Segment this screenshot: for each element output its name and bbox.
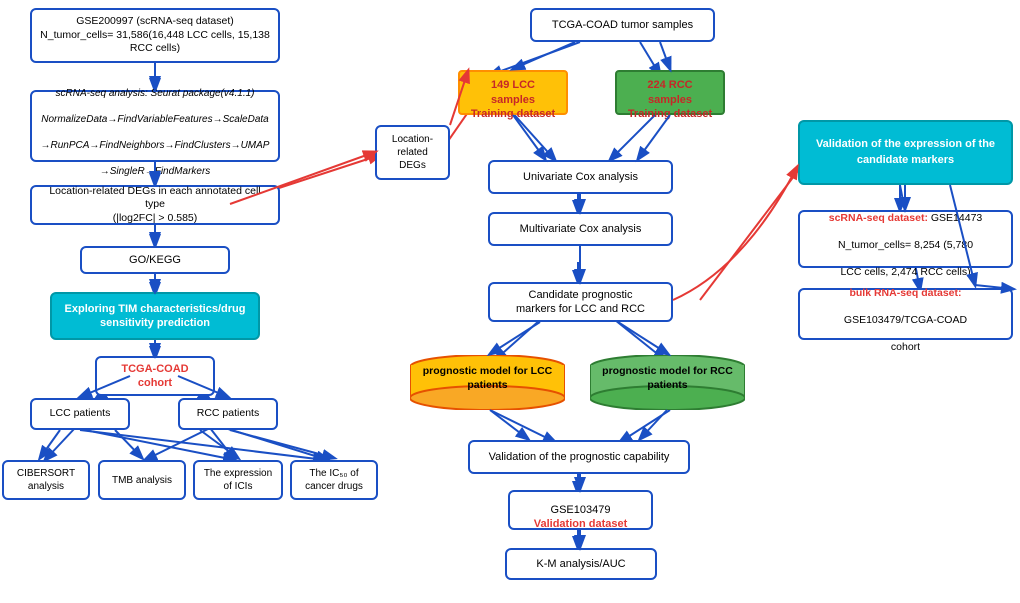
- km-analysis-text: K-M analysis/AUC: [536, 557, 625, 571]
- gse200997-text: GSE200997 (scRNA-seq dataset) N_tumor_ce…: [38, 15, 272, 56]
- multivariate-text: Multivariate Cox analysis: [520, 222, 642, 236]
- diagram: GSE200997 (scRNA-seq dataset) N_tumor_ce…: [0, 0, 1020, 603]
- prog-lcc-container: prognostic model for LCCpatients: [410, 355, 565, 410]
- multivariate-box: Multivariate Cox analysis: [488, 212, 673, 246]
- expression-icis-text: The expression of ICIs: [204, 467, 272, 493]
- gse103479-box: GSE103479Validation dataset: [508, 490, 653, 530]
- rcc-patients-text: RCC patients: [197, 407, 259, 421]
- scrna-analysis-text: scRNA-seq analysis: Seurat package(v4.1.…: [41, 74, 270, 178]
- expression-icis-box: The expression of ICIs: [193, 460, 283, 500]
- lcc-patients-box: LCC patients: [30, 398, 130, 430]
- gse200997-box: GSE200997 (scRNA-seq dataset) N_tumor_ce…: [30, 8, 280, 63]
- rcc-patients-box: RCC patients: [178, 398, 278, 430]
- lcc-patients-text: LCC patients: [50, 407, 111, 421]
- rcc-224-box: 224 RCCsamplesTraining dataset: [615, 70, 725, 115]
- tim-drug-box: Exploring TIM characteristics/drug sensi…: [50, 292, 260, 340]
- tmb-text: TMB analysis: [112, 474, 172, 487]
- gse103479-text: GSE103479Validation dataset: [534, 489, 628, 532]
- go-kegg-box: GO/KEGG: [80, 246, 230, 274]
- scrna-gse14473-text: scRNA-seq dataset: GSE14473 N_tumor_cell…: [829, 198, 983, 280]
- lcc-149-text: 149 LCCsamplesTraining dataset: [471, 64, 555, 121]
- bulk-rnaseq-box: bulk RNA-seq dataset: GSE103479/TCGA-COA…: [798, 288, 1013, 340]
- tcga-tumor-box: TCGA-COAD tumor samples: [530, 8, 715, 42]
- tcga-tumor-text: TCGA-COAD tumor samples: [552, 18, 693, 32]
- ic50-box: The IC₅₀ of cancer drugs: [290, 460, 378, 500]
- validation-prog-text: Validation of the prognostic capability: [489, 450, 670, 464]
- candidate-text: Candidate prognostic markers for LCC and…: [516, 288, 645, 317]
- tmb-box: TMB analysis: [98, 460, 186, 500]
- location-related-box: Location- related DEGs: [375, 125, 450, 180]
- validation-expression-text: Validation of the expression of the cand…: [816, 137, 995, 168]
- cibersort-box: CIBERSORT analysis: [2, 460, 90, 500]
- location-degs-box: Location-related DEGs in each annotated …: [30, 185, 280, 225]
- tcga-coad-box: TCGA-COAD cohort: [95, 356, 215, 396]
- location-degs-text: Location-related DEGs in each annotated …: [38, 185, 272, 226]
- validation-expression-box: Validation of the expression of the cand…: [798, 120, 1013, 185]
- tcga-coad-text: TCGA-COAD cohort: [121, 362, 188, 391]
- bulk-rnaseq-text: bulk RNA-seq dataset: GSE103479/TCGA-COA…: [844, 273, 967, 355]
- location-related-text: Location- related DEGs: [392, 133, 433, 172]
- cibersort-text: CIBERSORT analysis: [17, 467, 75, 493]
- candidate-box: Candidate prognostic markers for LCC and…: [488, 282, 673, 322]
- scrna-gse14473-box: scRNA-seq dataset: GSE14473 N_tumor_cell…: [798, 210, 1013, 268]
- univariate-text: Univariate Cox analysis: [523, 170, 638, 184]
- scrna-analysis-box: scRNA-seq analysis: Seurat package(v4.1.…: [30, 90, 280, 162]
- km-analysis-box: K-M analysis/AUC: [505, 548, 657, 580]
- prog-rcc-container: prognostic model for RCCpatients: [590, 355, 745, 410]
- rcc-224-text: 224 RCCsamplesTraining dataset: [628, 64, 712, 121]
- lcc-149-box: 149 LCCsamplesTraining dataset: [458, 70, 568, 115]
- univariate-box: Univariate Cox analysis: [488, 160, 673, 194]
- go-kegg-text: GO/KEGG: [129, 253, 181, 267]
- tim-drug-text: Exploring TIM characteristics/drug sensi…: [65, 302, 246, 331]
- ic50-text: The IC₅₀ of cancer drugs: [305, 467, 363, 493]
- validation-prog-box: Validation of the prognostic capability: [468, 440, 690, 474]
